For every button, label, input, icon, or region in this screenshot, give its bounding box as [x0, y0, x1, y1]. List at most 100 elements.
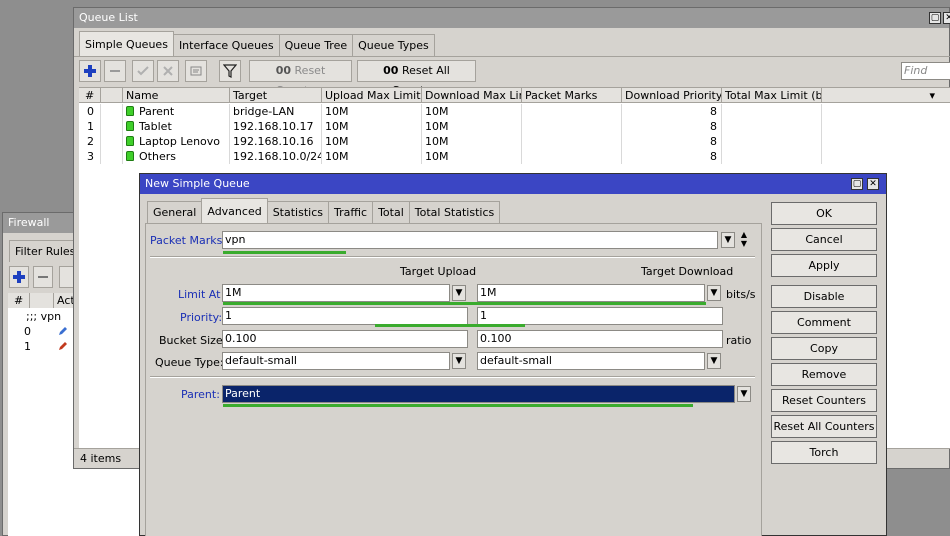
col-packet-marks[interactable]: Packet Marks — [522, 88, 622, 102]
firewall-remove-button[interactable] — [33, 266, 53, 288]
flag-cell — [101, 119, 123, 134]
remove-button[interactable]: Remove — [771, 363, 877, 386]
bucket-size-download-input[interactable]: 0.100 — [477, 330, 723, 348]
firewall-row-1[interactable]: 1 — [21, 339, 31, 354]
queue-type-download-select[interactable]: default-small — [477, 352, 705, 370]
tab-statistics[interactable]: Statistics — [266, 201, 329, 223]
tab-total-statistics[interactable]: Total Statistics — [408, 201, 501, 223]
cell-name: Parent — [123, 104, 230, 119]
queue-type-upload-select[interactable]: default-small — [222, 352, 450, 370]
reset-all-counters-button[interactable]: 00 Reset All Counters — [357, 60, 476, 97]
col-total-max-limit[interactable]: Total Max Limit (b... — [722, 88, 822, 102]
limit-at-upload-dropdown[interactable]: ▼ — [452, 285, 466, 301]
dialog-close-button[interactable]: ✕ — [867, 178, 879, 190]
counter-icon: 00 — [383, 64, 399, 77]
reset-counters-button[interactable]: Reset Counters — [771, 389, 877, 412]
ok-button[interactable]: OK — [771, 202, 877, 225]
table-row[interactable]: 3 Others 192.168.10.0/24 10M 10M 8 — [79, 149, 822, 164]
add-button[interactable] — [79, 60, 101, 82]
disable-button[interactable] — [157, 60, 179, 82]
cell-up: 10M — [322, 134, 422, 149]
tab-queue-tree[interactable]: Queue Tree — [278, 34, 354, 56]
filter-icon — [222, 64, 238, 78]
remove-button[interactable] — [104, 60, 126, 82]
priority-label: Priority: — [180, 311, 223, 324]
limit-at-download-dropdown[interactable]: ▼ — [707, 285, 721, 301]
col-download-max[interactable]: Download Max Limit — [422, 88, 522, 102]
disable-button[interactable]: Disable — [771, 285, 877, 308]
limit-at-green-bar — [223, 302, 706, 305]
queue-type-upload-dropdown[interactable]: ▼ — [452, 353, 466, 369]
comment-button[interactable] — [185, 60, 207, 82]
filter-button[interactable] — [219, 60, 241, 82]
col-name[interactable]: Name — [123, 88, 230, 102]
tab-total[interactable]: Total — [372, 201, 410, 223]
limit-at-upload-input[interactable]: 1M — [222, 284, 450, 302]
col-target[interactable]: Target — [230, 88, 322, 102]
parent-dropdown[interactable]: ▼ — [737, 386, 751, 402]
pencil-icon — [59, 342, 67, 350]
parent-select[interactable]: Parent — [222, 385, 735, 403]
queue-name: Laptop Lenovo — [139, 135, 221, 148]
cell-target: 192.168.10.17 — [230, 119, 322, 134]
priority-download-input[interactable]: 1 — [477, 307, 723, 325]
counter-icon: 00 — [275, 64, 292, 77]
dialog-titlebar[interactable]: New Simple Queue ▢ ✕ — [140, 174, 886, 194]
maximize-button[interactable]: ▢ — [929, 12, 941, 24]
queue-list-titlebar[interactable]: Queue List ▢ ✕ — [74, 8, 950, 28]
col-flag — [101, 88, 123, 102]
find-input[interactable]: Find — [901, 62, 950, 80]
col-upload-max[interactable]: Upload Max Limit — [322, 88, 422, 102]
bucket-size-upload-input[interactable]: 0.100 — [222, 330, 468, 348]
reorder-arrows-icon[interactable]: ▲ ▼ — [738, 230, 750, 248]
packet-marks-green-bar — [223, 251, 346, 254]
queue-type-download-dropdown[interactable]: ▼ — [707, 353, 721, 369]
minus-icon — [110, 70, 120, 72]
limit-at-unit: bits/s — [726, 288, 756, 301]
new-simple-queue-dialog[interactable]: New Simple Queue ▢ ✕ General Advanced St… — [139, 173, 887, 536]
cell-num: 3 — [79, 149, 101, 164]
firewall-add-button[interactable] — [9, 266, 29, 288]
cell-target: 192.168.10.0/24 — [230, 149, 322, 164]
bucket-size-label: Bucket Size: — [159, 334, 227, 347]
tab-simple-queues[interactable]: Simple Queues — [79, 31, 174, 56]
close-button[interactable]: ✕ — [943, 12, 950, 24]
firewall-comment-row[interactable]: ;;; vpn — [23, 309, 61, 324]
priority-upload-input[interactable]: 1 — [222, 307, 468, 325]
table-row[interactable]: 1 Tablet 192.168.10.17 10M 10M 8 — [79, 119, 822, 134]
cell-num: 1 — [79, 119, 101, 134]
comment-button[interactable]: Comment — [771, 311, 877, 334]
table-row[interactable]: 0 Parent bridge-LAN 10M 10M 8 — [79, 104, 822, 119]
cancel-button[interactable]: Cancel — [771, 228, 877, 251]
reset-all-counters-button[interactable]: Reset All Counters — [771, 415, 877, 438]
bucket-size-unit: ratio — [726, 334, 752, 347]
col-download-priority[interactable]: Download Priority — [622, 88, 722, 102]
table-row[interactable]: 2 Laptop Lenovo 192.168.10.16 10M 10M 8 — [79, 134, 822, 149]
tab-filter-rules[interactable]: Filter Rules — [9, 240, 82, 262]
dialog-maximize-button[interactable]: ▢ — [851, 178, 863, 190]
firewall-col-num[interactable]: # — [8, 293, 30, 308]
tab-general[interactable]: General — [147, 201, 203, 223]
tab-queue-types[interactable]: Queue Types — [352, 34, 435, 56]
apply-button[interactable]: Apply — [771, 254, 877, 277]
dialog-title: New Simple Queue — [145, 177, 250, 190]
cell-up: 10M — [322, 149, 422, 164]
col-num[interactable]: # — [79, 88, 101, 102]
tab-traffic[interactable]: Traffic — [328, 201, 374, 223]
cell-down: 10M — [422, 119, 522, 134]
limit-at-download-input[interactable]: 1M — [477, 284, 705, 302]
torch-button[interactable]: Torch — [771, 441, 877, 464]
tab-interface-queues[interactable]: Interface Queues — [172, 34, 280, 56]
parent-label: Parent: — [181, 388, 220, 401]
cell-total — [722, 149, 822, 164]
cell-name: Others — [123, 149, 230, 164]
packet-marks-dropdown[interactable]: ▼ — [721, 232, 735, 248]
comment-icon — [190, 66, 202, 76]
packet-marks-input[interactable]: vpn — [222, 231, 718, 249]
enable-button[interactable] — [132, 60, 154, 82]
tab-advanced[interactable]: Advanced — [201, 198, 268, 223]
copy-button[interactable]: Copy — [771, 337, 877, 360]
reset-counters-button[interactable]: 00 Reset Counters — [249, 60, 352, 97]
firewall-row-0[interactable]: 0 — [21, 324, 31, 339]
cell-marks — [522, 104, 622, 119]
